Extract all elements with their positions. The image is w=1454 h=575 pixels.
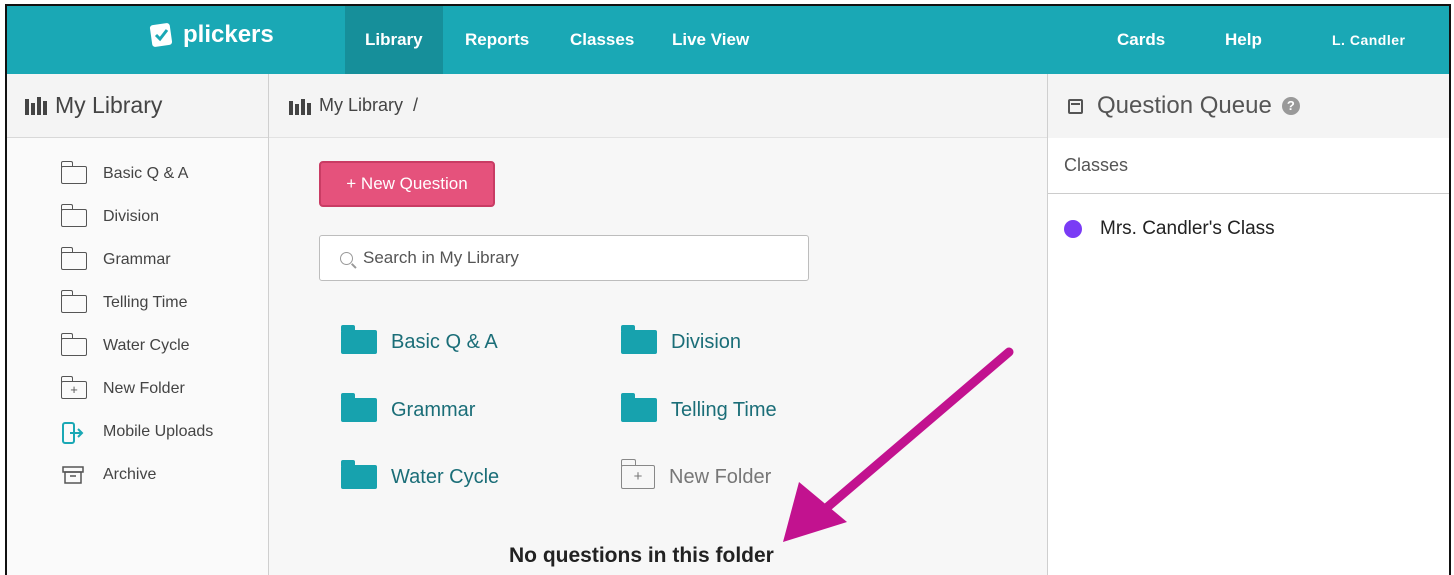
sidebar-item-new-folder[interactable]: + New Folder xyxy=(7,367,268,410)
folder-label: Basic Q & A xyxy=(391,330,498,353)
sidebar-header: My Library xyxy=(7,74,268,138)
folder-icon xyxy=(621,393,657,422)
sidebar-title: My Library xyxy=(55,92,163,118)
help-icon[interactable]: ? xyxy=(1281,97,1300,115)
sidebar-item-label: Archive xyxy=(103,465,157,483)
logo-text: plickers xyxy=(183,21,274,48)
sidebar-item-label: Mobile Uploads xyxy=(103,422,214,440)
new-folder-label: New Folder xyxy=(669,465,772,488)
question-queue-panel: Question Queue ? Classes Mrs. Candler's … xyxy=(1047,74,1449,575)
new-folder-button[interactable]: + New Folder xyxy=(620,459,772,489)
folder-basic-qa[interactable]: Basic Q & A xyxy=(341,325,498,354)
folder-division[interactable]: Division xyxy=(621,325,742,354)
folder-icon xyxy=(60,246,89,270)
sidebar-item-label: Basic Q & A xyxy=(103,164,189,182)
sidebar-item-division[interactable]: Division xyxy=(7,195,268,238)
sidebar-item-basic-qa[interactable]: Basic Q & A xyxy=(7,152,268,195)
library-icon xyxy=(289,97,311,115)
breadcrumb: My Library / xyxy=(269,74,1047,138)
queue-title: Question Queue xyxy=(1097,92,1272,119)
folder-label: Telling Time xyxy=(671,398,777,421)
sidebar-item-label: New Folder xyxy=(103,379,185,397)
folder-label: Division xyxy=(671,330,742,353)
sidebar-item-label: Division xyxy=(103,207,160,225)
sidebar-item-water-cycle[interactable]: Water Cycle xyxy=(7,324,268,367)
app-window: plickers Library Reports Classes Live Vi… xyxy=(5,4,1451,575)
class-name: Mrs. Candler's Class xyxy=(1100,218,1275,239)
nav-library[interactable]: Library xyxy=(345,6,443,74)
folder-icon xyxy=(60,203,89,227)
classes-label: Classes xyxy=(1048,138,1449,194)
nav-cards[interactable]: Cards xyxy=(1097,6,1185,74)
folder-icon xyxy=(60,160,89,184)
sidebar-list: Basic Q & A Division Grammar Telling Tim… xyxy=(7,138,268,496)
folder-grammar[interactable]: Grammar xyxy=(341,393,476,422)
nav-classes[interactable]: Classes xyxy=(550,6,654,74)
sidebar-item-grammar[interactable]: Grammar xyxy=(7,238,268,281)
folder-label: Grammar xyxy=(391,398,476,421)
folder-telling-time[interactable]: Telling Time xyxy=(621,393,777,422)
queue-header: Question Queue ? xyxy=(1048,74,1449,138)
calendar-icon xyxy=(1068,98,1083,114)
plickers-card-icon xyxy=(149,23,173,47)
empty-folder-message: No questions in this folder xyxy=(509,544,774,567)
sidebar-item-archive[interactable]: Archive xyxy=(7,453,268,496)
nav-reports[interactable]: Reports xyxy=(445,6,549,74)
class-color-dot xyxy=(1064,220,1082,238)
sidebar-item-label: Grammar xyxy=(103,250,171,268)
library-panel: My Library / + New Question Search in My… xyxy=(269,74,1047,575)
search-input[interactable]: Search in My Library xyxy=(319,235,809,281)
plickers-logo[interactable]: plickers xyxy=(147,21,274,49)
folder-icon xyxy=(621,325,657,354)
new-folder-icon: + xyxy=(620,459,655,489)
top-nav: plickers Library Reports Classes Live Vi… xyxy=(7,6,1449,74)
sidebar-item-label: Water Cycle xyxy=(103,336,190,354)
folder-label: Water Cycle xyxy=(391,465,500,488)
folder-water-cycle[interactable]: Water Cycle xyxy=(341,460,500,489)
archive-icon xyxy=(61,465,89,485)
annotation-arrow-icon xyxy=(783,347,1014,542)
folder-icon xyxy=(341,460,377,489)
search-placeholder: Search in My Library xyxy=(363,248,519,267)
breadcrumb-my-library[interactable]: My Library xyxy=(319,95,403,116)
mobile-upload-icon xyxy=(61,421,89,444)
search-icon xyxy=(340,251,353,265)
new-folder-icon: + xyxy=(60,375,89,399)
breadcrumb-separator: / xyxy=(413,95,419,115)
user-menu[interactable]: L. Candler xyxy=(1312,6,1425,74)
class-item[interactable]: Mrs. Candler's Class xyxy=(1048,218,1449,240)
sidebar: My Library Basic Q & A Division Grammar … xyxy=(7,74,269,575)
folder-icon xyxy=(60,332,89,356)
nav-live-view[interactable]: Live View xyxy=(652,6,769,74)
new-question-button[interactable]: + New Question xyxy=(319,161,495,207)
folder-icon xyxy=(341,393,377,422)
sidebar-item-telling-time[interactable]: Telling Time xyxy=(7,281,268,324)
nav-help[interactable]: Help xyxy=(1205,6,1282,74)
folder-icon xyxy=(341,325,377,354)
sidebar-item-label: Telling Time xyxy=(103,293,188,311)
library-icon xyxy=(25,96,47,115)
folder-icon xyxy=(60,289,89,313)
sidebar-item-mobile-uploads[interactable]: Mobile Uploads xyxy=(7,410,268,453)
